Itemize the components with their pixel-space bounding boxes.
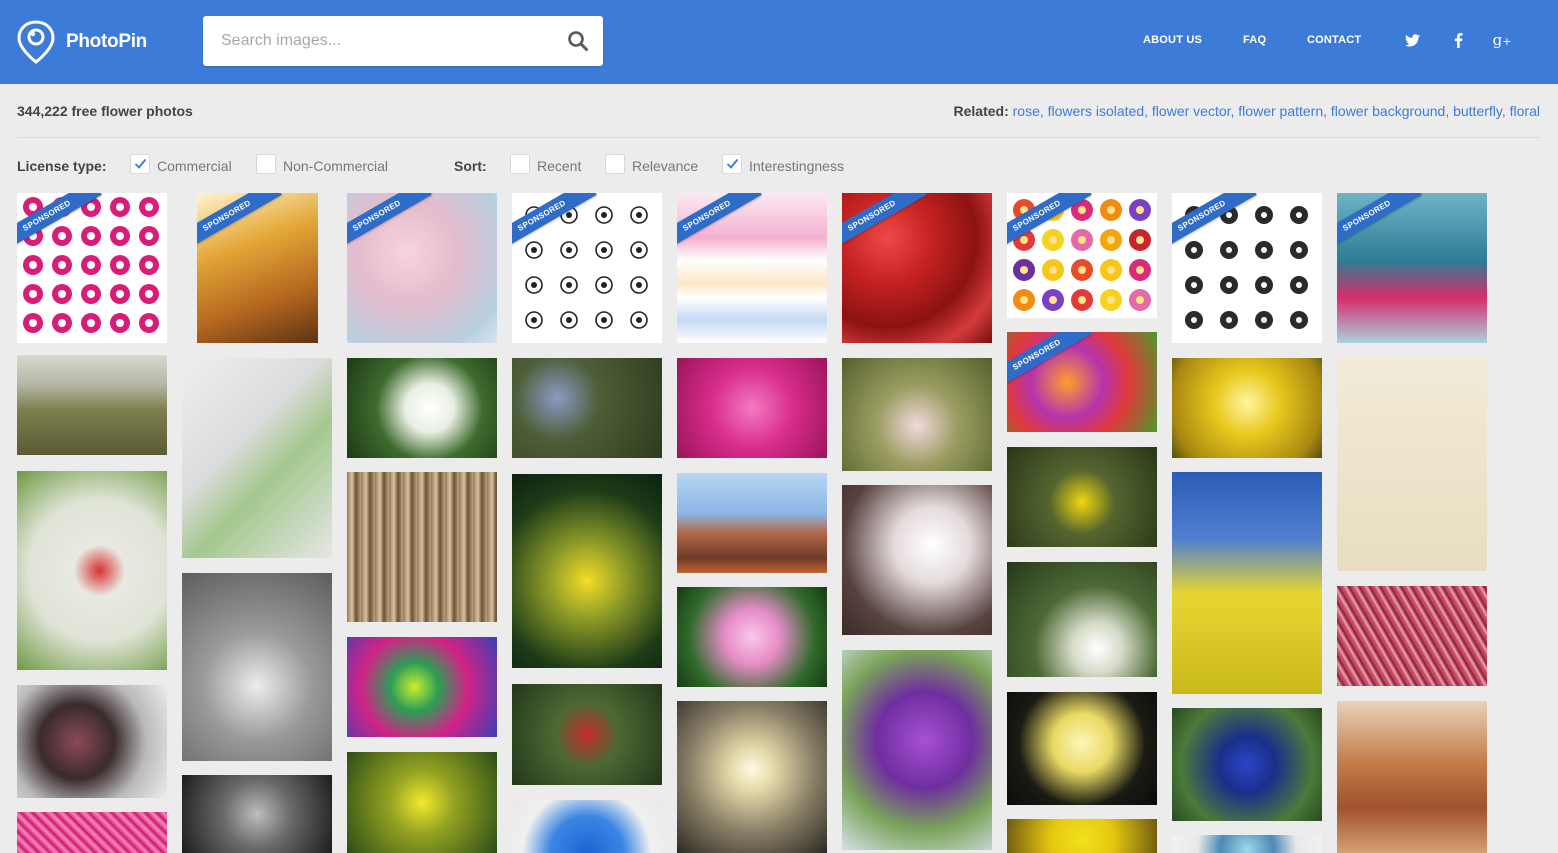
- divider: [17, 137, 1540, 138]
- photo-tile[interactable]: SPONSORED: [1172, 193, 1322, 343]
- photo-tile[interactable]: [842, 650, 992, 850]
- non-commercial-checkbox[interactable]: [256, 154, 276, 174]
- photo-tile[interactable]: [1172, 472, 1322, 694]
- search-icon[interactable]: [567, 30, 589, 52]
- photo-tile[interactable]: [1337, 358, 1487, 571]
- photo-tile[interactable]: [842, 358, 992, 471]
- commercial-label[interactable]: Commercial: [157, 158, 232, 174]
- facebook-icon[interactable]: [1449, 31, 1467, 49]
- related-link-flower-vector[interactable]: flower vector: [1152, 103, 1231, 119]
- license-type-label: License type:: [17, 158, 107, 174]
- relevance-checkbox[interactable]: [605, 154, 625, 174]
- related-label: Related:: [953, 103, 1009, 119]
- photo-tile[interactable]: [347, 472, 497, 622]
- photo-tile[interactable]: SPONSORED: [347, 193, 497, 343]
- photo-tile[interactable]: SPONSORED: [197, 193, 318, 343]
- photo-tile[interactable]: [182, 358, 332, 558]
- photo-tile[interactable]: [1172, 835, 1322, 853]
- checkmark-icon: [726, 158, 739, 169]
- photo-tile[interactable]: [182, 573, 332, 761]
- commercial-checkbox[interactable]: [130, 154, 150, 174]
- sponsored-ribbon: SPONSORED: [1007, 332, 1092, 392]
- photo-tile[interactable]: [512, 474, 662, 668]
- photo-tile[interactable]: [1172, 708, 1322, 821]
- photo-tile[interactable]: [677, 701, 827, 853]
- twitter-icon[interactable]: [1403, 31, 1421, 49]
- photo-tile[interactable]: [182, 775, 332, 853]
- interestingness-checkbox[interactable]: [722, 154, 742, 174]
- related-link-flower-background[interactable]: flower background: [1331, 103, 1445, 119]
- photo-tile[interactable]: [347, 637, 497, 737]
- sponsored-ribbon: SPONSORED: [347, 193, 432, 253]
- sponsored-ribbon: SPONSORED: [842, 193, 927, 253]
- photo-tile[interactable]: [1172, 358, 1322, 458]
- photo-tile[interactable]: SPONSORED: [1337, 193, 1487, 343]
- photo-tile[interactable]: [842, 485, 992, 635]
- relevance-label[interactable]: Relevance: [632, 158, 698, 174]
- photo-tile[interactable]: SPONSORED: [677, 193, 827, 343]
- sort-label: Sort:: [454, 158, 487, 174]
- photo-tile[interactable]: [512, 358, 662, 458]
- photo-tile[interactable]: SPONSORED: [17, 193, 167, 343]
- nav-faq[interactable]: FAQ: [1243, 34, 1266, 46]
- photo-tile[interactable]: [512, 800, 662, 853]
- sponsored-ribbon: SPONSORED: [677, 193, 762, 253]
- logo[interactable]: PhotoPin: [17, 20, 147, 64]
- photo-tile[interactable]: SPONSORED: [842, 193, 992, 343]
- photo-tile[interactable]: [677, 473, 827, 573]
- photo-tile[interactable]: [1007, 692, 1157, 805]
- photo-tile[interactable]: [1007, 447, 1157, 547]
- top-bar: PhotoPin ABOUT US FAQ CONTACT g+: [0, 0, 1558, 84]
- related-link-flowers-isolated[interactable]: flowers isolated: [1048, 103, 1145, 119]
- photo-tile[interactable]: [1007, 819, 1157, 853]
- interestingness-label[interactable]: Interestingness: [749, 158, 844, 174]
- photo-tile[interactable]: [512, 684, 662, 785]
- photo-tile[interactable]: [17, 685, 167, 798]
- result-count: 344,222 free flower photos: [17, 103, 193, 119]
- recent-checkbox[interactable]: [510, 154, 530, 174]
- brand-name: PhotoPin: [66, 31, 147, 52]
- sponsored-ribbon: SPONSORED: [1337, 193, 1422, 253]
- checkmark-icon: [134, 158, 147, 169]
- related-link-rose[interactable]: rose: [1013, 103, 1040, 119]
- photo-tile[interactable]: [677, 358, 827, 458]
- photo-tile[interactable]: [347, 752, 497, 853]
- non-commercial-label[interactable]: Non-Commercial: [283, 158, 388, 174]
- related-link-floral[interactable]: floral: [1510, 103, 1540, 119]
- photo-tile[interactable]: SPONSORED: [512, 193, 662, 343]
- map-pin-logo-icon: [17, 20, 55, 64]
- recent-label[interactable]: Recent: [537, 158, 581, 174]
- photo-tile[interactable]: SPONSORED: [1007, 193, 1157, 318]
- photo-tile[interactable]: SPONSORED: [1007, 332, 1157, 432]
- photo-tile[interactable]: [1337, 701, 1487, 853]
- related-link-butterfly[interactable]: butterfly: [1453, 103, 1502, 119]
- search-input[interactable]: [203, 16, 553, 66]
- photo-tile[interactable]: [1007, 562, 1157, 677]
- search-box: [203, 16, 603, 66]
- photo-tile[interactable]: [677, 587, 827, 687]
- photo-tile[interactable]: [347, 358, 497, 458]
- sponsored-ribbon: SPONSORED: [197, 193, 282, 253]
- photo-tile[interactable]: [17, 355, 167, 455]
- related-link-flower-pattern[interactable]: flower pattern: [1238, 103, 1323, 119]
- photo-tile[interactable]: [17, 471, 167, 670]
- related-searches: Related: rose, flowers isolated, flower …: [953, 103, 1541, 119]
- nav-about-us[interactable]: ABOUT US: [1143, 34, 1202, 46]
- nav-contact[interactable]: CONTACT: [1307, 34, 1361, 46]
- photo-tile[interactable]: [1337, 586, 1487, 686]
- google-plus-icon[interactable]: g+: [1493, 31, 1512, 49]
- photo-tile[interactable]: [17, 812, 167, 853]
